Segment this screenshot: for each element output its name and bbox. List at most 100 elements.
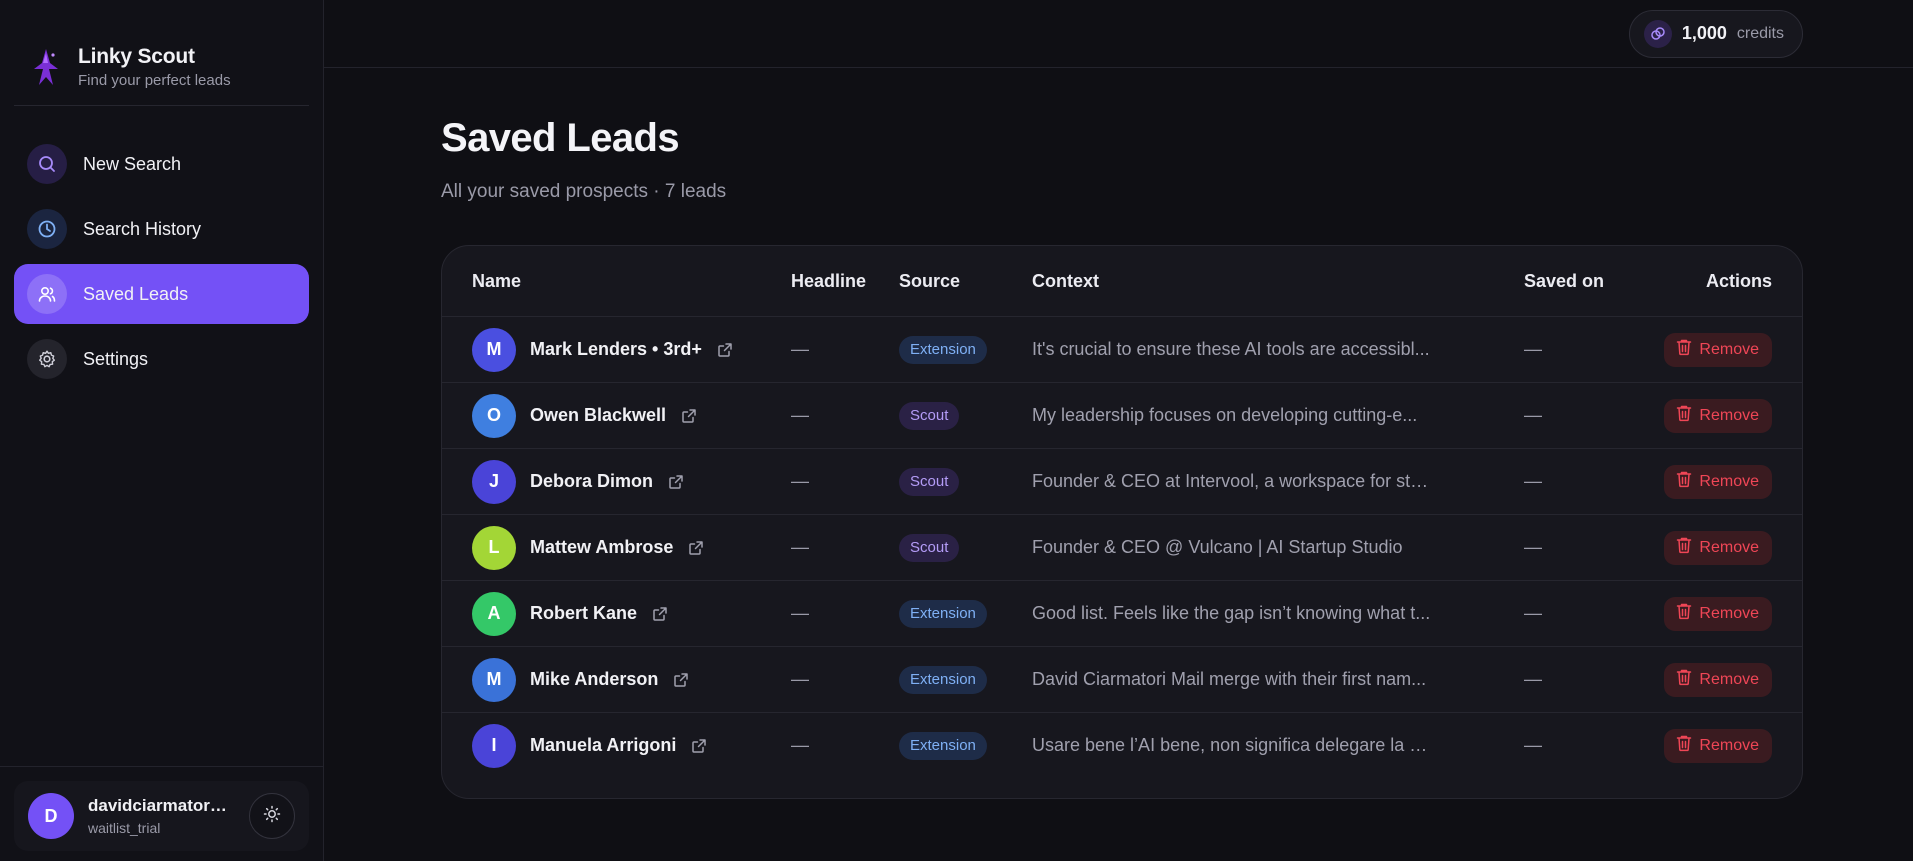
avatar: I — [472, 723, 516, 768]
table-header: Name Headline Source Context Saved on Ac… — [472, 246, 1772, 316]
remove-button[interactable]: Remove — [1664, 596, 1772, 631]
header-saved-on: Saved on — [1524, 270, 1605, 291]
user-name: davidciarmatori... — [88, 796, 228, 815]
main-content: 1,000 credits Saved Leads All your saved… — [324, 0, 1913, 861]
avatar[interactable]: D — [28, 793, 74, 839]
remove-label: Remove — [1699, 406, 1759, 424]
lead-name-cell: O Owen Blackwell — [472, 393, 791, 438]
table-row: A Robert Kane — Extension Good list. Fee… — [442, 580, 1802, 646]
lead-name: Robert Kane — [530, 603, 638, 623]
remove-button[interactable]: Remove — [1664, 398, 1772, 433]
headline-value: — — [791, 405, 809, 425]
saved-on-value: — — [1524, 471, 1542, 491]
headline-value: — — [791, 669, 809, 689]
wizard-logo-icon — [30, 47, 62, 87]
remove-button[interactable]: Remove — [1664, 464, 1772, 499]
trash-icon — [1676, 734, 1692, 757]
table-row: I Manuela Arrigoni — Extension Usare ben… — [442, 712, 1802, 778]
saved-on-value: — — [1524, 735, 1542, 755]
sun-icon — [263, 805, 281, 828]
nav-label: New Search — [83, 153, 182, 174]
saved-on-value: — — [1524, 405, 1542, 425]
trash-icon — [1676, 404, 1692, 427]
nav-new-search[interactable]: New Search — [14, 134, 309, 194]
credits-badge[interactable]: 1,000 credits — [1628, 9, 1803, 58]
remove-label: Remove — [1699, 472, 1759, 490]
remove-label: Remove — [1699, 340, 1759, 358]
header-name: Name — [472, 270, 522, 291]
lead-name-cell: M Mark Lenders • 3rd+ — [472, 327, 791, 372]
external-link-icon[interactable] — [680, 407, 698, 425]
table-row: J Debora Dimon — Scout Founder & CEO at … — [442, 448, 1802, 514]
external-link-icon[interactable] — [687, 539, 705, 557]
source-badge: Scout — [899, 467, 960, 496]
lead-name: Debora Dimon — [530, 471, 654, 491]
nav-search-history[interactable]: Search History — [14, 199, 309, 259]
trash-icon — [1676, 602, 1692, 625]
lead-name-cell: J Debora Dimon — [472, 459, 791, 504]
avatar: J — [472, 459, 516, 504]
headline-value: — — [791, 603, 809, 623]
external-link-icon[interactable] — [690, 737, 708, 755]
table-row: L Mattew Ambrose — Scout Founder & CEO @… — [442, 514, 1802, 580]
user-plan: waitlist_trial — [88, 820, 161, 836]
users-icon — [27, 274, 67, 314]
app-title: Linky Scout — [78, 44, 195, 68]
remove-button[interactable]: Remove — [1664, 662, 1772, 697]
gear-icon — [27, 339, 67, 379]
external-link-icon[interactable] — [716, 341, 734, 359]
remove-button[interactable]: Remove — [1664, 332, 1772, 367]
theme-toggle-button[interactable] — [249, 793, 295, 839]
source-badge: Scout — [899, 401, 960, 430]
context-text: Usare bene l’AI bene, non significa dele… — [1032, 735, 1432, 755]
nav-saved-leads[interactable]: Saved Leads — [14, 264, 309, 324]
lead-name: Manuela Arrigoni — [530, 735, 677, 755]
headline-value: — — [791, 471, 809, 491]
headline-value: — — [791, 735, 809, 755]
external-link-icon[interactable] — [667, 473, 685, 491]
remove-label: Remove — [1699, 736, 1759, 754]
lead-name: Mike Anderson — [530, 669, 659, 689]
credits-label: credits — [1736, 24, 1784, 42]
context-text: Founder & CEO at Intervool, a workspace … — [1032, 471, 1432, 491]
lead-name-cell: L Mattew Ambrose — [472, 525, 791, 570]
context-text: My leadership focuses on developing cutt… — [1032, 405, 1418, 425]
leads-table: Name Headline Source Context Saved on Ac… — [441, 245, 1803, 799]
remove-button[interactable]: Remove — [1664, 530, 1772, 565]
lead-name: Owen Blackwell — [530, 405, 667, 425]
saved-on-value: — — [1524, 537, 1542, 557]
avatar: O — [472, 393, 516, 438]
external-link-icon[interactable] — [672, 671, 690, 689]
brand: Linky Scout Find your perfect leads — [14, 0, 309, 106]
source-badge: Extension — [899, 665, 987, 694]
context-text: Founder & CEO @ Vulcano | AI Startup Stu… — [1032, 537, 1403, 557]
trash-icon — [1676, 668, 1692, 691]
table-row: O Owen Blackwell — Scout My leadership f… — [442, 382, 1802, 448]
remove-label: Remove — [1699, 670, 1759, 688]
trash-icon — [1676, 536, 1692, 559]
external-link-icon[interactable] — [651, 605, 669, 623]
avatar: M — [472, 657, 516, 702]
page-subtitle: All your saved prospects · 7 leads — [441, 181, 727, 202]
remove-label: Remove — [1699, 538, 1759, 556]
saved-on-value: — — [1524, 669, 1542, 689]
lead-name-cell: I Manuela Arrigoni — [472, 723, 791, 768]
context-text: David Ciarmatori Mail merge with their f… — [1032, 669, 1427, 689]
app: Linky Scout Find your perfect leads New … — [0, 0, 1913, 861]
clock-icon — [27, 209, 67, 249]
avatar: M — [472, 327, 516, 372]
trash-icon — [1676, 470, 1692, 493]
coins-icon — [1643, 19, 1672, 48]
sidebar: Linky Scout Find your perfect leads New … — [0, 0, 324, 861]
header-source: Source — [899, 270, 961, 291]
remove-button[interactable]: Remove — [1664, 728, 1772, 763]
nav-label: Saved Leads — [83, 283, 189, 304]
header-context: Context — [1032, 270, 1099, 291]
lead-name: Mark Lenders • 3rd+ — [530, 339, 702, 359]
headline-value: — — [791, 537, 809, 557]
lead-name: Mattew Ambrose — [530, 537, 674, 557]
nav-label: Settings — [83, 348, 149, 369]
nav-settings[interactable]: Settings — [14, 329, 309, 389]
sidebar-nav: New Search Search History Saved Leads Se… — [0, 106, 323, 389]
source-badge: Scout — [899, 533, 960, 562]
